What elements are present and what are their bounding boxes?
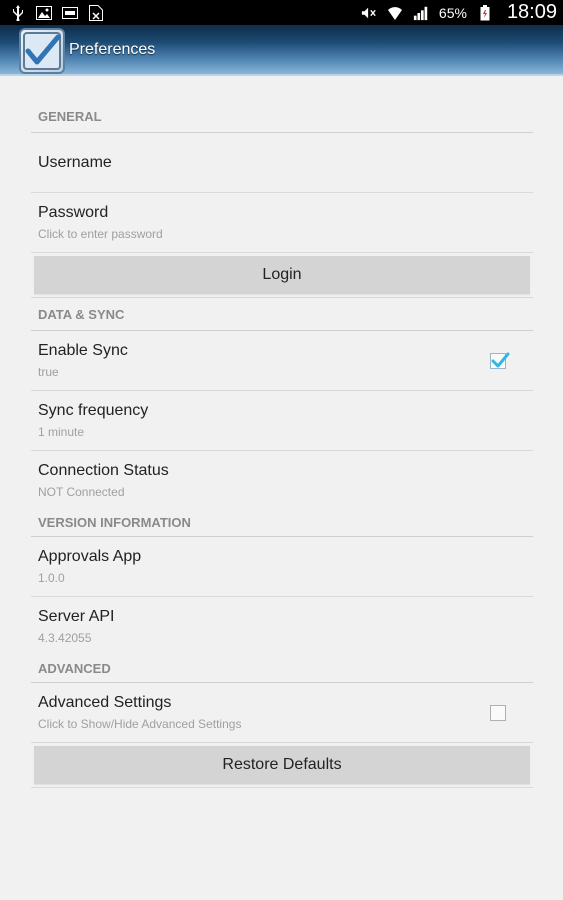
action-bar: Preferences [0,25,563,76]
pref-summary: Click to enter password [38,227,163,241]
pref-summary: Click to Show/Hide Advanced Settings [38,717,242,731]
pref-title: Username [38,153,112,171]
preferences-list: GENERAL Username Password Click to enter… [31,100,533,788]
battery-percentage: 65% [438,4,467,21]
pref-enable-sync[interactable]: Enable Sync true [31,331,533,391]
restore-defaults-button[interactable]: Restore Defaults [34,746,530,784]
keyboard-icon [62,5,78,21]
enable-sync-checkbox[interactable] [490,352,510,369]
clock: 18:09 [506,1,557,23]
pref-summary: 4.3.42055 [38,630,92,645]
advanced-settings-checkbox[interactable] [490,704,506,721]
section-header-advanced: ADVANCED [31,655,533,683]
pref-summary: 1.0.0 [38,571,65,585]
pref-username[interactable]: Username [31,133,533,193]
pref-title: Connection Status [38,461,169,479]
status-bar: 65% 18:09 [0,0,563,25]
pref-title: Advanced Settings [38,694,172,711]
pref-summary: NOT Connected [38,484,125,499]
image-icon [36,5,52,21]
pref-title: Server API [38,607,115,625]
pref-title: Approvals App [38,548,142,565]
status-bar-left [10,4,104,21]
pref-title: Password [38,204,109,221]
pref-connection-status[interactable]: Connection Status NOT Connected [31,451,533,509]
pref-advanced-settings[interactable]: Advanced Settings Click to Show/Hide Adv… [31,683,533,743]
restore-defaults-button-row: Restore Defaults [31,743,533,788]
mute-icon [361,5,377,21]
pref-approvals-app[interactable]: Approvals App 1.0.0 [31,537,533,597]
page-title: Preferences [69,40,156,58]
section-header-data-sync: DATA & SYNC [31,298,533,331]
file-icon [88,4,104,21]
section-header-general: GENERAL [31,100,533,133]
checkmark-icon [491,352,510,367]
status-bar-right: 65% 18:09 [361,1,557,24]
login-button[interactable]: Login [34,256,530,294]
login-button-row: Login [31,253,533,298]
pref-summary: 1 minute [38,425,85,439]
pref-title: Sync frequency [38,402,149,419]
section-header-version: VERSION INFORMATION [31,509,533,537]
pref-summary: true [38,365,59,379]
battery-icon [477,4,493,21]
pref-password[interactable]: Password Click to enter password [31,193,533,253]
usb-icon [10,4,26,21]
pref-server-api[interactable]: Server API 4.3.42055 [31,597,533,655]
pref-sync-frequency[interactable]: Sync frequency 1 minute [31,391,533,451]
signal-icon [413,5,429,21]
checkmark-app-icon[interactable] [19,27,65,74]
pref-title: Enable Sync [38,342,128,359]
wifi-icon [387,5,403,21]
